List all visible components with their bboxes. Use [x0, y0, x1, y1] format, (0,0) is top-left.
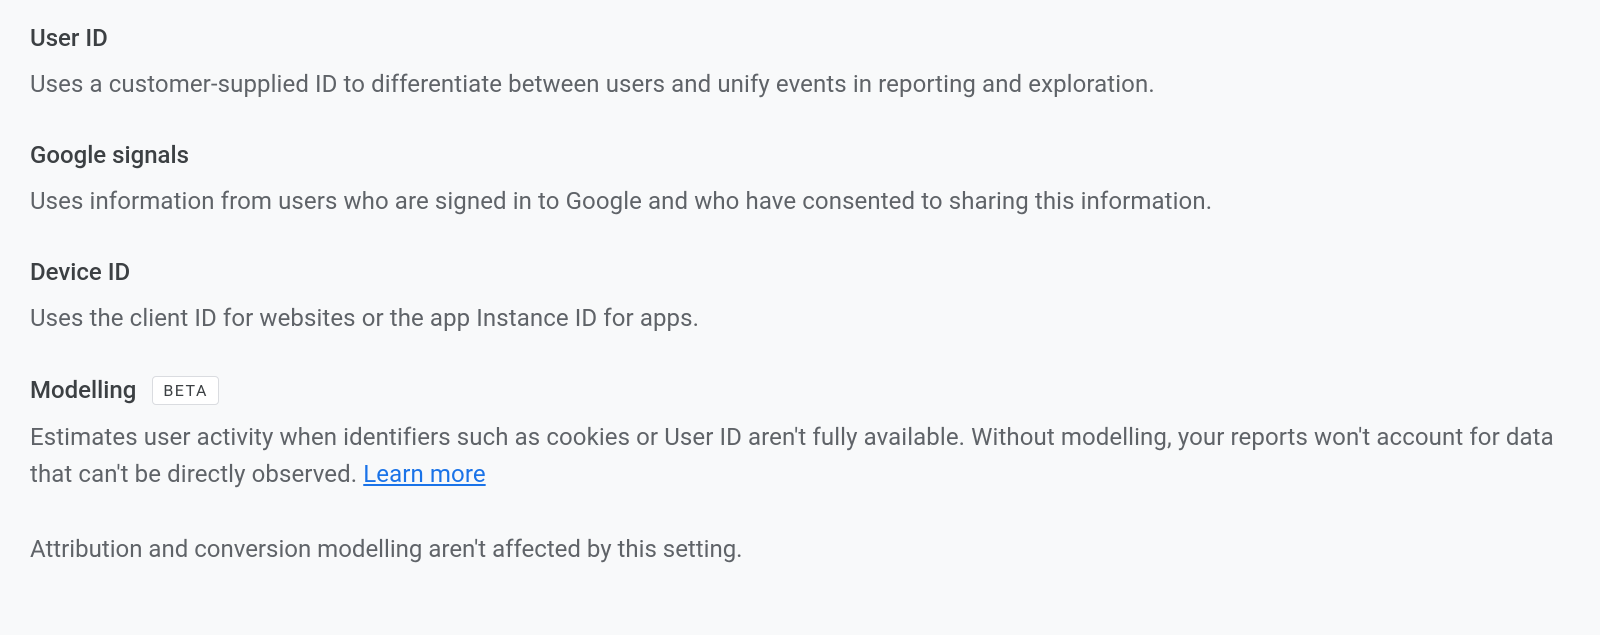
heading-text: User ID — [30, 24, 108, 52]
heading-modelling: Modelling BETA — [30, 376, 1570, 405]
section-device-id: Device ID Uses the client ID for website… — [30, 258, 1570, 337]
heading-user-id: User ID — [30, 24, 1570, 52]
heading-text: Google signals — [30, 141, 189, 169]
section-modelling: Modelling BETA Estimates user activity w… — [30, 376, 1570, 493]
footer-note: Attribution and conversion modelling are… — [30, 531, 1570, 568]
heading-device-id: Device ID — [30, 258, 1570, 286]
description-modelling: Estimates user activity when identifiers… — [30, 419, 1570, 493]
beta-badge: BETA — [152, 376, 219, 405]
heading-text: Modelling — [30, 376, 136, 404]
description-google-signals: Uses information from users who are sign… — [30, 183, 1570, 220]
heading-google-signals: Google signals — [30, 141, 1570, 169]
learn-more-link[interactable]: Learn more — [363, 460, 485, 488]
description-device-id: Uses the client ID for websites or the a… — [30, 300, 1570, 337]
section-user-id: User ID Uses a customer-supplied ID to d… — [30, 24, 1570, 103]
heading-text: Device ID — [30, 258, 130, 286]
description-text: Estimates user activity when identifiers… — [30, 423, 1554, 488]
section-google-signals: Google signals Uses information from use… — [30, 141, 1570, 220]
description-user-id: Uses a customer-supplied ID to different… — [30, 66, 1570, 103]
